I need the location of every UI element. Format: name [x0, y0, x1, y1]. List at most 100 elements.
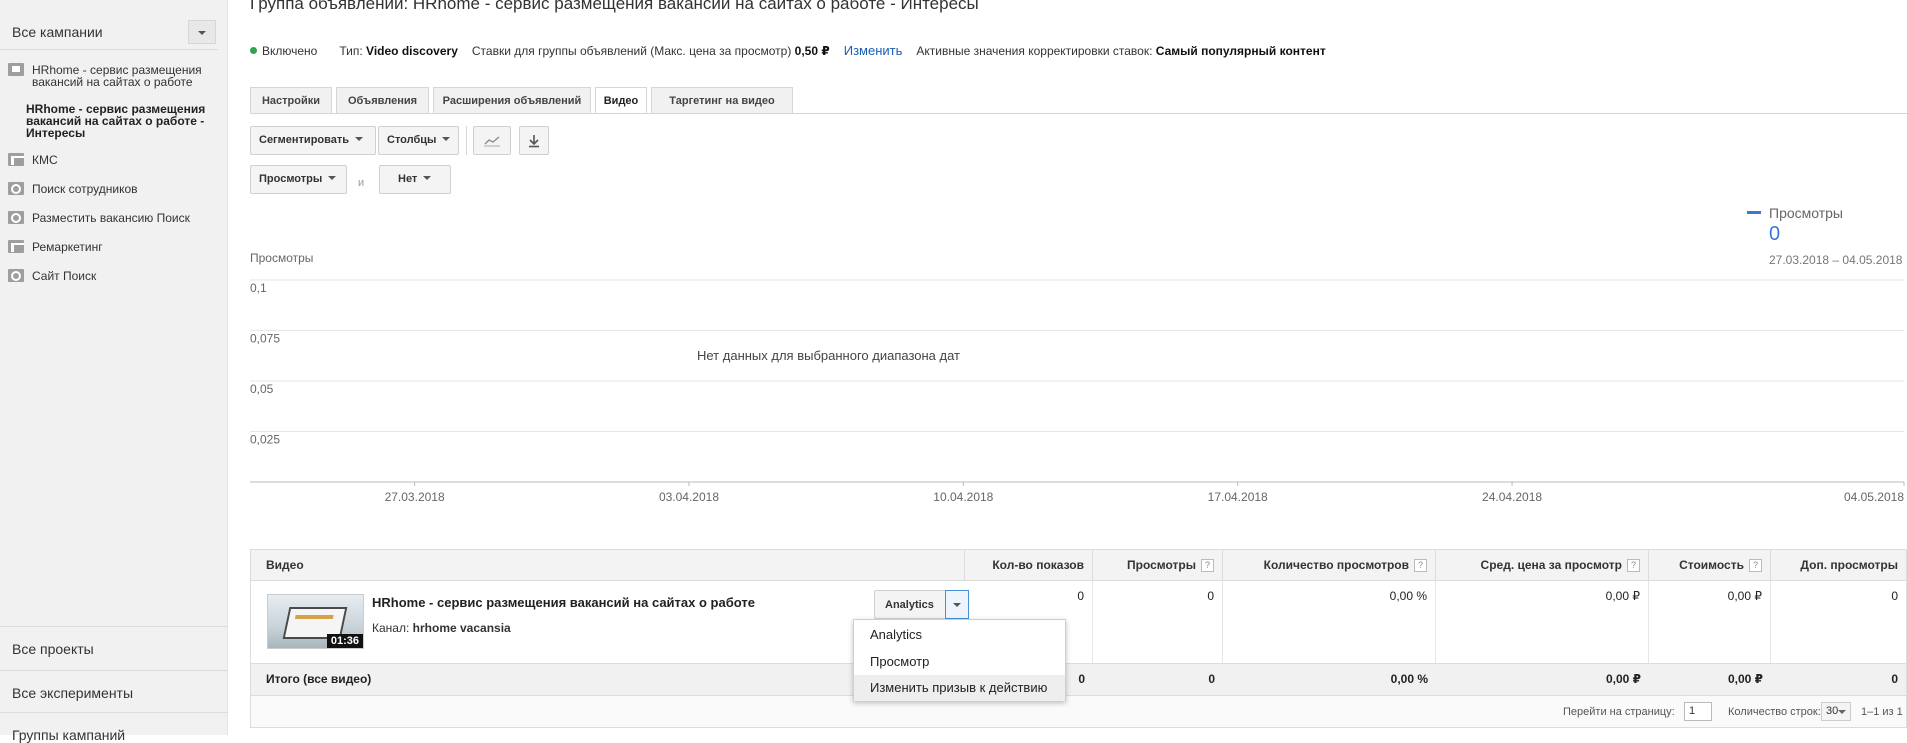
ad-group-status-line: Включено Тип: Video discovery Ставки для г… — [250, 43, 1326, 58]
campaign-dropdown-button[interactable] — [188, 20, 216, 44]
grid-icon — [8, 153, 24, 166]
y-tick-label: 0,05 — [250, 382, 274, 396]
col-header-video[interactable]: Видео — [251, 550, 965, 580]
table-pager: Перейти на страницу: 1 Количество строк:… — [250, 696, 1907, 728]
sidebar-item-label: Сайт Поиск — [32, 269, 97, 283]
y-axis-label: Просмотры — [250, 251, 313, 265]
metric2-select[interactable]: Нет — [379, 165, 451, 194]
chevron-down-icon — [442, 137, 451, 141]
tab-ads[interactable]: Объявления — [336, 87, 429, 114]
cell-avg-cpv: 0,00 ₽ — [1436, 581, 1649, 663]
x-tick-label: 24.04.2018 — [1482, 490, 1542, 504]
total-cost: 0,00 ₽ — [1727, 672, 1763, 686]
main-content: Группа объявлений: HRhome - сервис разме… — [228, 0, 1907, 735]
x-tick-label: 04.05.2018 — [1844, 490, 1904, 504]
menu-item-change-cta[interactable]: Изменить призыв к действию — [854, 675, 1065, 701]
video-thumbnail[interactable]: 01:36 — [267, 594, 364, 649]
x-tick-label: 10.04.2018 — [933, 490, 993, 504]
legend-series-swatch — [1747, 211, 1761, 214]
table-total-row: Итого (все видео) 0 0 0,00 % 0,00 ₽ 0,00… — [250, 664, 1907, 696]
metric1-select[interactable]: Просмотры — [250, 165, 347, 194]
chart-toggle-button[interactable] — [473, 126, 511, 155]
download-button[interactable] — [519, 126, 549, 155]
metric-and-label: и — [358, 177, 365, 189]
sidebar-link-campaign-groups[interactable]: Группы кампаний — [0, 712, 228, 743]
sidebar-item-label: КМС — [32, 153, 58, 167]
x-tick-label: 03.04.2018 — [659, 490, 719, 504]
sidebar-item-selected-ad-group[interactable]: HRhome - сервис размещения вакансий на с… — [26, 103, 221, 139]
tab-video[interactable]: Видео — [595, 87, 647, 114]
x-tick-label: 17.04.2018 — [1208, 490, 1268, 504]
col-header-cost[interactable]: Стоимость? — [1649, 550, 1771, 580]
table-header: Видео Кол-во показов Просмотры? Количест… — [250, 549, 1907, 581]
search-icon — [8, 211, 24, 224]
segment-button[interactable]: Сегментировать — [250, 126, 376, 155]
chevron-down-icon — [355, 137, 364, 141]
cell-view-rate: 0,00 % — [1223, 581, 1436, 663]
toolbar-divider — [466, 126, 467, 155]
total-earned-views: 0 — [1891, 672, 1898, 686]
pager-page-input[interactable]: 1 — [1684, 702, 1712, 721]
chevron-down-icon — [1838, 710, 1846, 714]
columns-button[interactable]: Столбцы — [378, 126, 459, 155]
chevron-down-icon — [423, 176, 432, 180]
campaign-select-label: Все кампании — [12, 24, 103, 40]
x-tick-label: 27.03.2018 — [385, 490, 445, 504]
sidebar-link-all-projects[interactable]: Все проекты — [0, 626, 228, 657]
tabs-divider — [250, 113, 1907, 114]
video-duration: 01:36 — [326, 634, 363, 648]
col-header-impressions[interactable]: Кол-во показов — [965, 550, 1093, 580]
y-tick-label: 0,075 — [250, 332, 280, 346]
video-title[interactable]: HRhome - сервис размещения вакансий на с… — [372, 595, 755, 610]
analytics-dropdown-menu: Analytics Просмотр Изменить призыв к дей… — [853, 619, 1066, 701]
tab-video-targeting[interactable]: Таргетинг на видео — [651, 87, 793, 114]
menu-item-view[interactable]: Просмотр — [854, 649, 1065, 675]
no-data-message: Нет данных для выбранного диапазона дат — [697, 348, 960, 363]
y-tick-label: 0,025 — [250, 433, 280, 447]
help-icon[interactable]: ? — [1201, 559, 1214, 572]
ad-type-value: Video discovery — [366, 44, 458, 58]
pager-rows-label: Количество строк: — [1728, 706, 1821, 718]
download-icon — [529, 135, 539, 148]
tab-ad-extensions[interactable]: Расширения объявлений — [433, 87, 591, 114]
pager-rows-select[interactable]: 30 — [1821, 702, 1851, 721]
video-icon — [8, 63, 24, 76]
col-header-view-rate[interactable]: Количество просмотров? — [1223, 550, 1436, 580]
views-chart: Просмотры 0,1 0,075 0,05 0,025 27.03.2018 03.0… — [250, 251, 1905, 504]
video-channel: Канал: hrhome vacansia — [372, 621, 511, 635]
cell-earned-views: 0 — [1891, 589, 1898, 603]
menu-item-analytics[interactable]: Analytics — [854, 622, 1065, 648]
sidebar-item-label: Поиск сотрудников — [32, 182, 138, 196]
col-header-views[interactable]: Просмотры? — [1093, 550, 1223, 580]
col-header-avg-cpv[interactable]: Сред. цена за просмотр? — [1436, 550, 1649, 580]
bid-value: 0,50 ₽ — [794, 44, 830, 58]
tab-settings[interactable]: Настройки — [250, 87, 332, 114]
total-views: 0 — [1208, 672, 1215, 686]
line-chart-icon — [484, 136, 500, 147]
cell-cost: 0,00 ₽ — [1649, 581, 1771, 663]
table-row: 01:36 HRhome - сервис размещения ваканси… — [250, 581, 1907, 664]
chevron-down-icon — [328, 176, 337, 180]
total-avg-cpv: 0,00 ₽ — [1605, 672, 1641, 686]
sidebar-item-label: HRhome - сервис размещения вакансий на с… — [32, 63, 202, 89]
y-tick-label: 0,1 — [250, 281, 267, 295]
cell-views: 0 — [1093, 581, 1223, 663]
search-icon — [8, 182, 24, 195]
col-header-earned-views[interactable]: Доп. просмотры — [1771, 550, 1906, 580]
help-icon[interactable]: ? — [1414, 559, 1427, 572]
sidebar-item-label: Разместить вакансию Поиск — [32, 211, 190, 225]
status-dot-icon — [250, 47, 257, 54]
sidebar-item-label: Ремаркетинг — [32, 240, 103, 254]
help-icon[interactable]: ? — [1627, 559, 1640, 572]
analytics-button[interactable]: Analytics — [874, 590, 969, 619]
campaign-select[interactable]: Все кампании — [0, 14, 218, 50]
sidebar: Все кампании HRhome - сервис размещения … — [0, 0, 228, 743]
status-text: Включено — [262, 44, 318, 58]
pager-goto-label: Перейти на страницу: — [1563, 706, 1675, 718]
help-icon[interactable]: ? — [1749, 559, 1762, 572]
edit-bid-link[interactable]: Изменить — [844, 43, 903, 58]
search-icon — [8, 269, 24, 282]
grid-icon — [8, 240, 24, 253]
sidebar-link-all-experiments[interactable]: Все эксперименты — [0, 670, 228, 701]
chevron-down-icon — [198, 31, 206, 35]
